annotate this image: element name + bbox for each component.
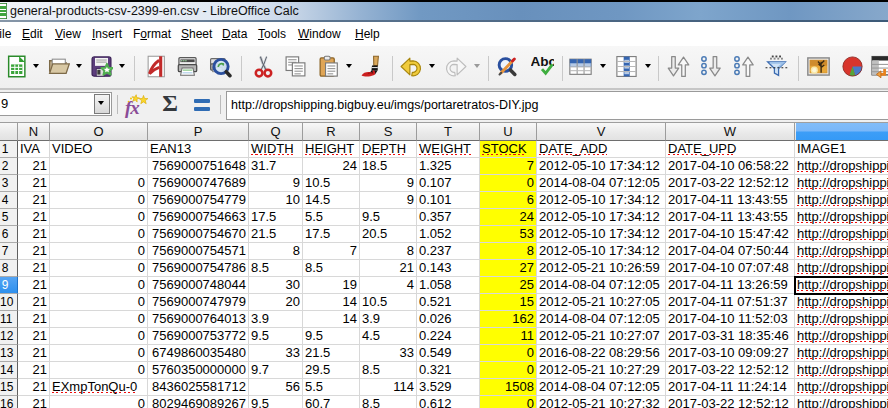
svg-text:fx: fx — [125, 97, 140, 118]
